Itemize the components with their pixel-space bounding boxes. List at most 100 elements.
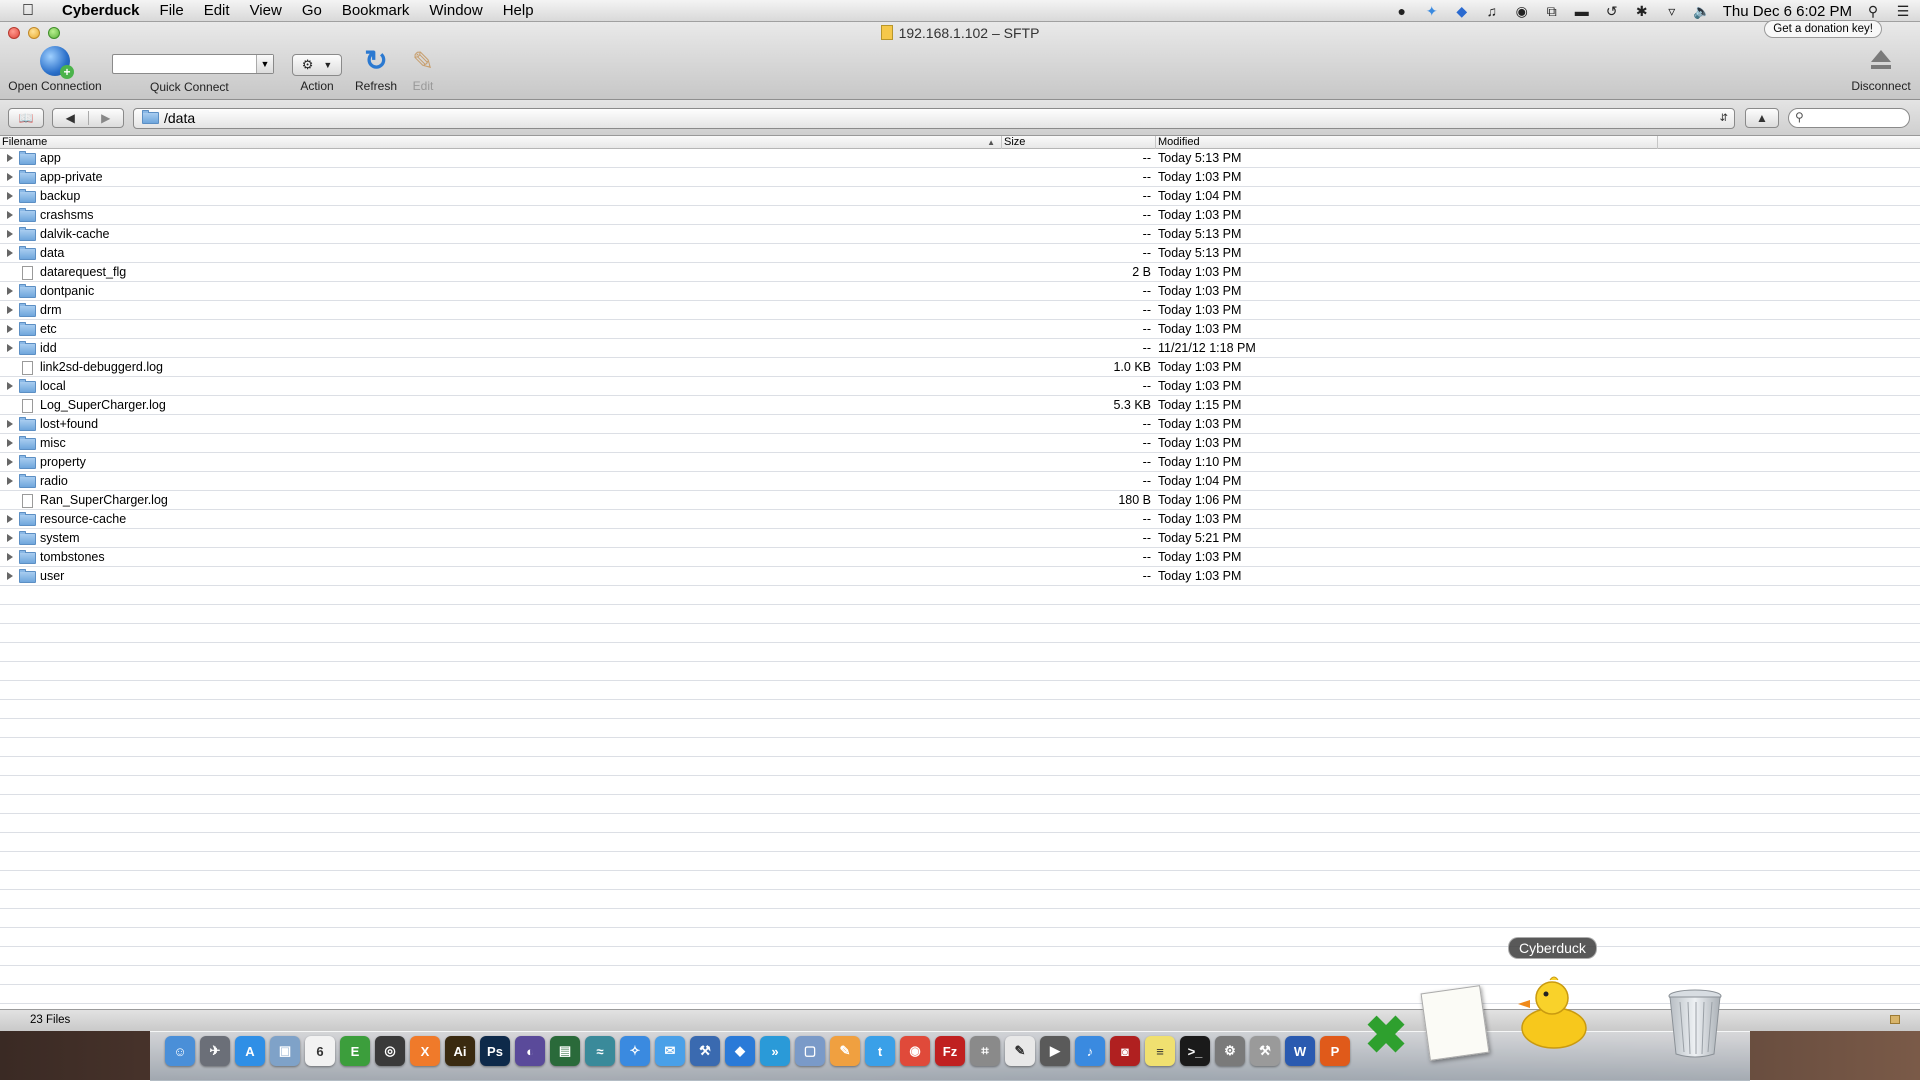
table-row[interactable]: drm -- Today 1:03 PM xyxy=(0,301,1920,320)
xampp-icon[interactable]: X xyxy=(410,1036,440,1066)
bluetooth-icon[interactable]: ✱ xyxy=(1633,3,1651,19)
dropbox-icon[interactable]: ◆ xyxy=(725,1036,755,1066)
forward-arrow-icon[interactable]: ▶ xyxy=(89,111,124,125)
eclipse-icon[interactable]: ◐ xyxy=(515,1036,545,1066)
column-size[interactable]: Size xyxy=(1002,136,1156,149)
table-row[interactable]: datarequest_flg 2 B Today 1:03 PM xyxy=(0,263,1920,282)
menu-help[interactable]: Help xyxy=(493,2,544,19)
table-row[interactable]: lost+found -- Today 1:03 PM xyxy=(0,415,1920,434)
volume-icon[interactable]: 🔈 xyxy=(1693,3,1711,19)
menu-window[interactable]: Window xyxy=(419,2,492,19)
forward-icon[interactable]: » xyxy=(760,1036,790,1066)
wifi-icon[interactable]: ▿ xyxy=(1663,3,1681,19)
table-row[interactable]: app-private -- Today 1:03 PM xyxy=(0,168,1920,187)
evernote-icon[interactable]: ● xyxy=(1393,3,1411,19)
safari-icon[interactable]: ✧ xyxy=(620,1036,650,1066)
notification-center-icon[interactable]: ☰ xyxy=(1894,3,1912,19)
filezilla-icon[interactable]: Fz xyxy=(935,1036,965,1066)
menu-file[interactable]: File xyxy=(150,2,194,19)
disclosure-triangle-icon[interactable] xyxy=(7,306,13,314)
table-row[interactable]: system -- Today 5:21 PM xyxy=(0,529,1920,548)
disclosure-triangle-icon[interactable] xyxy=(7,439,13,447)
table-row[interactable]: property -- Today 1:10 PM xyxy=(0,453,1920,472)
lock-icon[interactable] xyxy=(1890,1015,1900,1024)
trash-icon[interactable] xyxy=(1666,988,1724,1058)
messages-icon[interactable]: ✉ xyxy=(655,1036,685,1066)
time-machine-icon[interactable]: ↺ xyxy=(1603,3,1621,19)
refresh-button[interactable]: ↻ Refresh xyxy=(353,46,399,94)
window-icon[interactable]: ⧉ xyxy=(1543,3,1561,19)
facetime-icon[interactable]: ▶ xyxy=(1040,1036,1070,1066)
word-icon[interactable]: W xyxy=(1285,1036,1315,1066)
table-row[interactable]: crashsms -- Today 1:03 PM xyxy=(0,206,1920,225)
calendar-icon[interactable]: 6 xyxy=(305,1036,335,1066)
parent-directory-button[interactable]: ▲ xyxy=(1745,108,1779,128)
textedit-document-icon[interactable] xyxy=(1420,984,1490,1061)
table-row[interactable]: tombstones -- Today 1:03 PM xyxy=(0,548,1920,567)
table-row[interactable]: radio -- Today 1:04 PM xyxy=(0,472,1920,491)
menu-view[interactable]: View xyxy=(240,2,292,19)
menu-edit[interactable]: Edit xyxy=(194,2,240,19)
disclosure-triangle-icon[interactable] xyxy=(7,534,13,542)
open-connection-button[interactable]: + Open Connection xyxy=(8,46,102,93)
spotlight-icon[interactable]: ⚲ xyxy=(1864,3,1882,19)
column-modified[interactable]: Modified xyxy=(1156,136,1658,149)
drive-icon[interactable]: ▬ xyxy=(1573,3,1591,19)
menu-bookmark[interactable]: Bookmark xyxy=(332,2,420,19)
itunes-icon[interactable]: ♪ xyxy=(1075,1036,1105,1066)
disclosure-triangle-icon[interactable] xyxy=(7,477,13,485)
disclosure-triangle-icon[interactable] xyxy=(7,515,13,523)
calculator-icon[interactable]: ⌗ xyxy=(970,1036,1000,1066)
apple-menu-icon[interactable]:  xyxy=(18,2,38,20)
music-note-icon[interactable]: ♫ xyxy=(1483,3,1501,19)
disclosure-triangle-icon[interactable] xyxy=(7,572,13,580)
menu-go[interactable]: Go xyxy=(292,2,332,19)
disclosure-triangle-icon[interactable] xyxy=(7,173,13,181)
utility-icon[interactable]: ⚒ xyxy=(1250,1036,1280,1066)
donation-key-button[interactable]: Get a donation key! xyxy=(1764,20,1882,38)
table-row[interactable]: data -- Today 5:13 PM xyxy=(0,244,1920,263)
disclosure-triangle-icon[interactable] xyxy=(7,249,13,257)
disclosure-triangle-icon[interactable] xyxy=(7,325,13,333)
edit-button[interactable]: ✎ Edit xyxy=(406,46,440,93)
preview-icon[interactable]: ▣ xyxy=(270,1036,300,1066)
photoshop-icon[interactable]: Ps xyxy=(480,1036,510,1066)
table-row[interactable]: app -- Today 5:13 PM xyxy=(0,149,1920,168)
disclosure-triangle-icon[interactable] xyxy=(7,287,13,295)
table-row[interactable]: misc -- Today 1:03 PM xyxy=(0,434,1920,453)
table-row[interactable]: link2sd-debuggerd.log 1.0 KB Today 1:03 PM xyxy=(0,358,1920,377)
photo-booth-icon[interactable]: ◙ xyxy=(1110,1036,1140,1066)
disclosure-triangle-icon[interactable] xyxy=(7,553,13,561)
status-icon[interactable]: ◉ xyxy=(1513,3,1531,19)
excel-icon[interactable]: ✖ xyxy=(1364,1007,1408,1065)
disclosure-triangle-icon[interactable] xyxy=(7,230,13,238)
pages-icon[interactable]: ✎ xyxy=(830,1036,860,1066)
disconnect-button[interactable]: Disconnect xyxy=(1848,46,1914,93)
stickies-icon[interactable]: ≡ xyxy=(1145,1036,1175,1066)
clock[interactable]: Thu Dec 6 6:02 PM xyxy=(1723,3,1852,20)
terminal-icon[interactable]: >_ xyxy=(1180,1036,1210,1066)
disclosure-triangle-icon[interactable] xyxy=(7,458,13,466)
column-filename[interactable]: Filename ▲ xyxy=(0,136,1002,149)
disclosure-triangle-icon[interactable] xyxy=(7,192,13,200)
table-row[interactable]: local -- Today 1:03 PM xyxy=(0,377,1920,396)
illustrator-icon[interactable]: Ai xyxy=(445,1036,475,1066)
bookmarks-toggle-button[interactable]: 📖 xyxy=(8,108,44,128)
disclosure-triangle-icon[interactable] xyxy=(7,344,13,352)
app-menu[interactable]: Cyberduck xyxy=(52,2,150,19)
table-row[interactable]: dalvik-cache -- Today 5:13 PM xyxy=(0,225,1920,244)
disclosure-triangle-icon[interactable] xyxy=(7,211,13,219)
disclosure-triangle-icon[interactable] xyxy=(7,154,13,162)
dvd-player-icon[interactable]: ◎ xyxy=(375,1036,405,1066)
system-preferences-icon[interactable]: ⚙ xyxy=(1215,1036,1245,1066)
disclosure-triangle-icon[interactable] xyxy=(7,420,13,428)
box-icon[interactable]: ▢ xyxy=(795,1036,825,1066)
cyberduck-icon[interactable] xyxy=(1516,970,1588,1050)
table-row[interactable]: backup -- Today 1:04 PM xyxy=(0,187,1920,206)
back-arrow-icon[interactable]: ◀ xyxy=(53,111,89,125)
launchpad-icon[interactable]: ✈ xyxy=(200,1036,230,1066)
dropbox-icon[interactable]: ◆ xyxy=(1453,3,1471,19)
table-row[interactable]: etc -- Today 1:03 PM xyxy=(0,320,1920,339)
xcode-icon[interactable]: ⚒ xyxy=(690,1036,720,1066)
activity-monitor-icon[interactable]: ▤ xyxy=(550,1036,580,1066)
